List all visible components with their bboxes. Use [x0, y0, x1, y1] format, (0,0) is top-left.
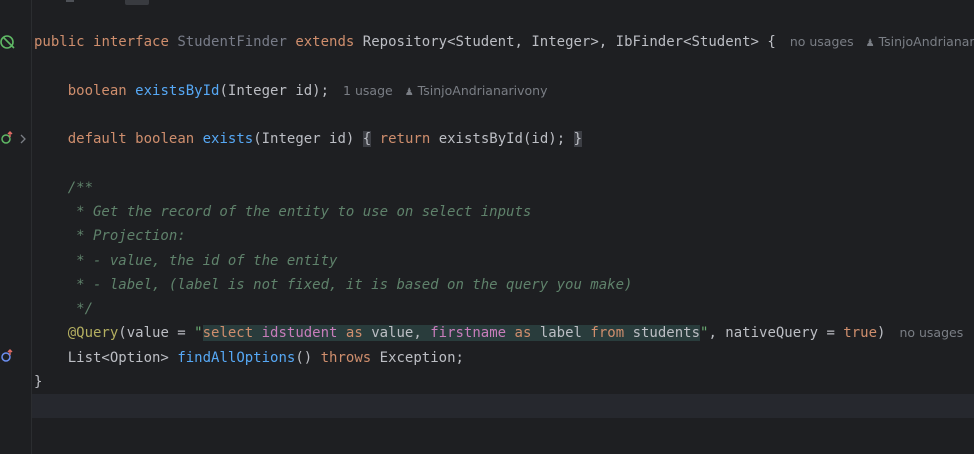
code-line-close-brace[interactable]: }: [34, 370, 42, 394]
annotation-param: (value =: [118, 325, 195, 341]
code-line-interface-declaration[interactable]: public interface StudentFinder extends R…: [34, 30, 974, 54]
return-type[interactable]: List<Option>: [68, 350, 169, 366]
extended-types[interactable]: Repository<Student, Integer>, IbFinder<S…: [363, 34, 759, 50]
editor-gutter: [0, 0, 32, 454]
sql-column: firstname: [430, 325, 507, 341]
annotation-param: , nativeQuery =: [708, 325, 844, 341]
sql-keyword: as: [514, 325, 532, 341]
folded-open-brace[interactable]: {: [362, 131, 372, 147]
keyword-public: public: [34, 34, 85, 50]
keyword-boolean: boolean: [135, 131, 195, 147]
method-params: (Integer id);: [219, 83, 330, 99]
doc-text: * Get the record of the entity to use on…: [67, 204, 532, 220]
doc-text: * - value, the id of the entity: [67, 253, 338, 269]
code-line-query-annotation[interactable]: @Query(value = "select idstudent as valu…: [34, 321, 974, 345]
sql-alias: value,: [371, 325, 422, 341]
current-line-highlight: [32, 394, 974, 418]
doc-text: */: [67, 301, 94, 317]
keyword-extends: extends: [295, 34, 355, 50]
keyword-throws: throws: [320, 350, 372, 366]
author-name: TsinjoAndrianarivony: [417, 83, 548, 98]
method-params: (Integer id): [253, 131, 355, 147]
open-brace: {: [767, 34, 776, 50]
sql-query-string[interactable]: select idstudent as value, firstname as …: [202, 325, 700, 341]
method-exists[interactable]: exists: [203, 131, 254, 147]
interface-name[interactable]: StudentFinder: [177, 34, 287, 50]
sql-keyword: as: [345, 325, 363, 341]
sql-keyword: select: [202, 325, 254, 341]
code-line-exists-default[interactable]: default boolean exists(Integer id) { ret…: [34, 127, 582, 151]
method-params: (): [295, 350, 313, 366]
sql-alias: label: [539, 325, 582, 341]
doc-text: * Projection:: [67, 228, 186, 244]
string-quote: ": [194, 325, 203, 341]
keyword-true: true: [843, 325, 878, 341]
sql-keyword: from: [590, 325, 625, 341]
fold-chevron-icon[interactable]: [17, 130, 29, 148]
close-brace: }: [34, 374, 43, 390]
sql-table: students: [632, 325, 700, 341]
annotation-query[interactable]: @Query: [68, 325, 119, 341]
method-exists-by-id[interactable]: existsById: [135, 83, 219, 99]
person-icon: ♟: [865, 38, 875, 49]
doc-comment-line: /**: [34, 176, 93, 200]
overriding-method-icon[interactable]: [0, 128, 14, 148]
code-line-exists-by-id[interactable]: boolean existsById(Integer id); 1 usage ♟ T…: [34, 79, 548, 103]
close-paren: ): [877, 325, 886, 341]
usages-hint[interactable]: no usages: [790, 34, 854, 49]
keyword-default: default: [67, 131, 127, 147]
exception-type[interactable]: Exception;: [380, 350, 464, 366]
doc-comment-line: * Get the record of the entity to use on…: [34, 200, 531, 224]
author-name: TsinjoAndrianarivony: [878, 34, 974, 49]
doc-text: * - label, (label is not fixed, it is ba…: [67, 277, 633, 293]
keyword-interface: interface: [93, 34, 169, 50]
author-hint[interactable]: ♟TsinjoAndrianarivony: [405, 83, 548, 98]
person-icon: ♟: [404, 87, 414, 98]
folded-close-brace[interactable]: }: [573, 131, 582, 147]
keyword-return: return: [379, 131, 431, 147]
doc-comment-line: * - label, (label is not fixed, it is ba…: [34, 273, 632, 297]
doc-comment-line: */: [34, 297, 93, 321]
keyword-boolean: boolean: [67, 83, 127, 99]
author-hint[interactable]: ♟TsinjoAndrianarivony: [866, 34, 974, 49]
code-line-find-all-options[interactable]: List<Option> findAllOptions() throws Exc…: [34, 346, 464, 370]
usages-hint[interactable]: no usages: [899, 325, 963, 340]
implemented-method-icon[interactable]: [0, 346, 14, 366]
method-body: existsById(id);: [438, 131, 566, 147]
sql-column: idstudent: [261, 325, 338, 341]
previous-line-fold: [125, 0, 149, 5]
code-editor[interactable]: public interface StudentFinder extends R…: [32, 0, 974, 454]
usages-hint[interactable]: 1 usage: [343, 83, 393, 98]
doc-text: /**: [67, 180, 94, 196]
implemented-interface-icon[interactable]: [0, 32, 16, 52]
doc-comment-line: * - value, the id of the entity: [34, 249, 337, 273]
scroll-marker: [66, 0, 74, 2]
method-find-all-options[interactable]: findAllOptions: [177, 350, 295, 366]
doc-comment-line: * Projection:: [34, 224, 186, 248]
